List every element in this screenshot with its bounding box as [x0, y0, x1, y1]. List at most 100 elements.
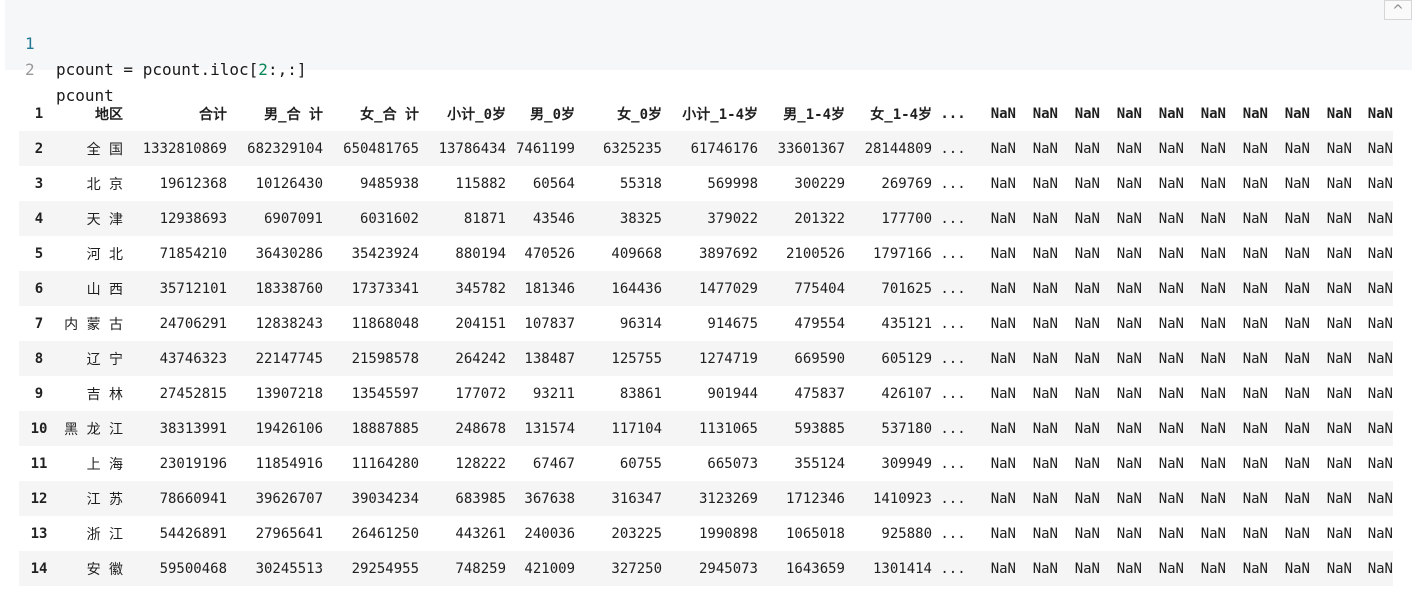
table-cell: 3897692: [698, 245, 758, 262]
table-cell: NaN: [1032, 490, 1058, 507]
table-cell: NaN: [1032, 455, 1058, 472]
chevron-up-icon[interactable]: ^: [1384, 0, 1412, 20]
ellipsis-cell: ...: [940, 350, 966, 367]
table-cell: NaN: [1326, 315, 1352, 332]
table-cell: 39626707: [255, 490, 323, 507]
table-row: 9 吉 林 27452815 13907218 13545597 177072 93211 8…: [19, 376, 1393, 411]
region-cell: 江 苏: [86, 491, 123, 508]
table-cell: 665073: [707, 455, 758, 472]
table-cell: 71854210: [159, 245, 227, 262]
table-cell: 78660941: [159, 490, 227, 507]
table-cell: 345782: [455, 280, 506, 297]
table-cell: NaN: [1032, 315, 1058, 332]
table-cell: 117104: [611, 420, 662, 437]
region-cell: 上 海: [86, 456, 123, 473]
row-index: 3: [34, 175, 44, 192]
column-header: 男_1-4岁: [783, 106, 845, 123]
table-row: 14 安 徽 59500468 30245513 29254955 748259 42100…: [19, 551, 1393, 586]
table-cell: NaN: [1200, 280, 1226, 297]
table-cell: NaN: [1116, 420, 1142, 437]
table-cell: 470526: [524, 245, 575, 262]
table-cell: NaN: [1116, 560, 1142, 577]
table-cell: NaN: [1326, 420, 1352, 437]
row-index: 5: [34, 245, 44, 262]
ellipsis-cell: ...: [940, 455, 966, 472]
table-cell: 138487: [524, 350, 575, 367]
table-cell: NaN: [1200, 315, 1226, 332]
table-cell: 701625: [881, 280, 932, 297]
code-line[interactable]: 1 pcount = pcount.iloc[2:,:]: [5, 5, 306, 79]
table-cell: NaN: [1158, 245, 1184, 262]
dataframe-output: 1 地区 合计 男_合 计 女_合 计 小计_0岁 男_0岁 女_0岁 小计_1-4岁 男_1-…: [19, 96, 1393, 586]
column-header: NaN: [1200, 105, 1226, 122]
region-cell: 浙 江: [86, 526, 123, 543]
table-cell: NaN: [1116, 525, 1142, 542]
table-cell: NaN: [1200, 560, 1226, 577]
table-cell: NaN: [1284, 490, 1310, 507]
table-cell: 6325235: [602, 140, 662, 157]
column-header: 女_0岁: [617, 106, 662, 123]
table-row: 7 内 蒙 古 24706291 12838243 11868048 204151 1078…: [19, 306, 1393, 341]
table-cell: NaN: [1116, 315, 1142, 332]
table-cell: 669590: [794, 350, 845, 367]
code-line[interactable]: 2 pcount: [5, 31, 114, 105]
table-cell: NaN: [1200, 525, 1226, 542]
table-cell: NaN: [1326, 140, 1352, 157]
table-cell: NaN: [1074, 140, 1100, 157]
column-header: 男_0岁: [530, 106, 575, 123]
table-cell: NaN: [1032, 525, 1058, 542]
table-cell: NaN: [1158, 490, 1184, 507]
code-cell[interactable]: 1 pcount = pcount.iloc[2:,:] 2 pcount ^: [5, 0, 1412, 105]
table-cell: 164436: [611, 280, 662, 297]
table-cell: 593885: [794, 420, 845, 437]
table-cell: NaN: [1326, 490, 1352, 507]
table-cell: 204151: [455, 315, 506, 332]
table-cell: NaN: [1242, 560, 1268, 577]
table-cell: NaN: [1326, 175, 1352, 192]
table-cell: NaN: [1367, 210, 1393, 227]
table-cell: NaN: [1242, 420, 1268, 437]
table-cell: 54426891: [159, 525, 227, 542]
table-cell: 443261: [455, 525, 506, 542]
table-cell: NaN: [1158, 280, 1184, 297]
row-index: 6: [34, 280, 44, 297]
ellipsis-cell: ...: [940, 280, 966, 297]
table-cell: 36430286: [255, 245, 323, 262]
table-cell: 327250: [611, 560, 662, 577]
table-cell: 24706291: [159, 315, 227, 332]
table-cell: 1712346: [785, 490, 845, 507]
ellipsis-cell: ...: [940, 245, 966, 262]
table-cell: 409668: [611, 245, 662, 262]
table-cell: 605129: [881, 350, 932, 367]
table-cell: NaN: [990, 350, 1016, 367]
table-cell: 38313991: [159, 420, 227, 437]
table-cell: 309949: [881, 455, 932, 472]
table-cell: 2945073: [698, 560, 758, 577]
table-cell: 81871: [463, 210, 506, 227]
table-cell: NaN: [1367, 560, 1393, 577]
table-cell: 269769: [881, 175, 932, 192]
table-cell: 33601367: [777, 140, 845, 157]
column-header: 地区: [95, 106, 123, 123]
table-cell: NaN: [1284, 350, 1310, 367]
ellipsis-cell: ...: [940, 420, 966, 437]
table-cell: NaN: [1074, 280, 1100, 297]
table-cell: NaN: [1367, 490, 1393, 507]
table-cell: 181346: [524, 280, 575, 297]
table-cell: NaN: [1284, 385, 1310, 402]
table-cell: NaN: [1116, 490, 1142, 507]
table-cell: 7461199: [515, 140, 575, 157]
table-cell: NaN: [1200, 140, 1226, 157]
table-cell: 59500468: [159, 560, 227, 577]
code-text[interactable]: pcount = pcount.iloc[2:,:]: [56, 57, 306, 83]
table-cell: 748259: [455, 560, 506, 577]
table-cell: NaN: [1032, 385, 1058, 402]
table-cell: NaN: [1242, 280, 1268, 297]
column-header: 男_合 计: [264, 106, 323, 123]
table-row: 5 河 北 71854210 36430286 35423924 880194 470526…: [19, 236, 1393, 271]
column-header: NaN: [1284, 105, 1310, 122]
table-cell: NaN: [1074, 525, 1100, 542]
table-cell: 1065018: [785, 525, 845, 542]
table-cell: NaN: [1367, 350, 1393, 367]
ellipsis-cell: ...: [940, 525, 966, 542]
